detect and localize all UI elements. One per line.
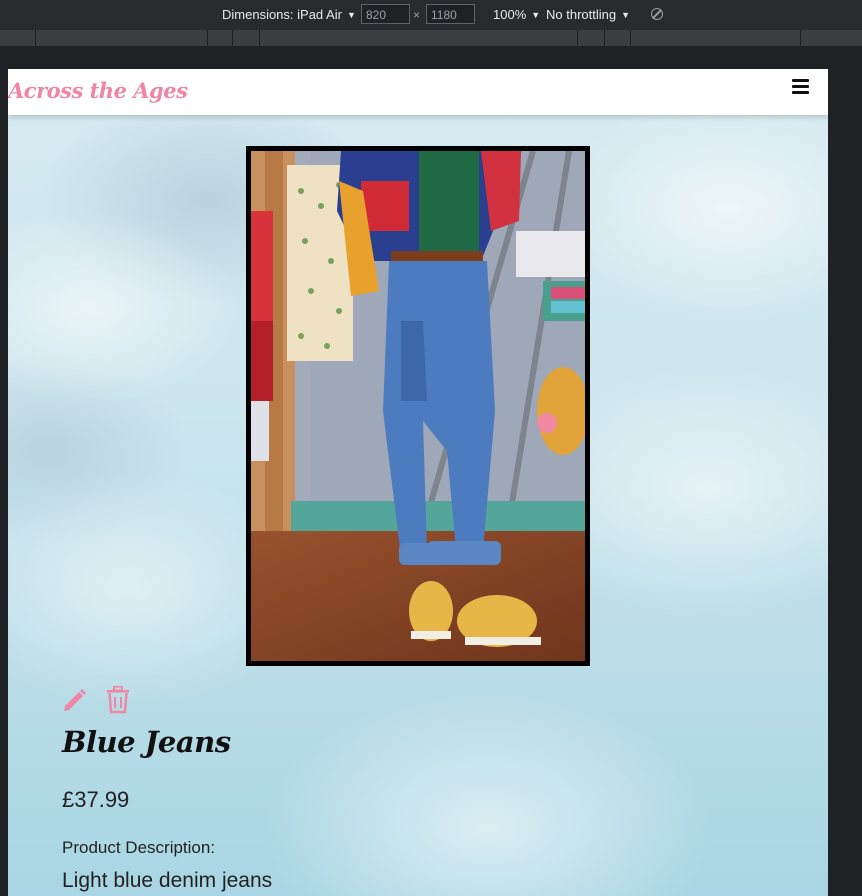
- ruler-segment[interactable]: [800, 30, 801, 46]
- viewport-height-input[interactable]: 1180: [426, 4, 475, 24]
- product-image: [246, 146, 590, 666]
- ruler-segment[interactable]: [35, 30, 36, 46]
- device-dimensions-select[interactable]: Dimensions: iPad Air ▼: [222, 7, 356, 22]
- product-photo: [251, 151, 585, 661]
- dimension-separator: ×: [413, 8, 421, 22]
- ruler-segment[interactable]: [207, 30, 208, 46]
- ruler-segment[interactable]: [630, 30, 631, 46]
- zoom-select[interactable]: 100% ▼: [493, 7, 540, 22]
- dropdown-caret-icon: ▼: [531, 10, 541, 20]
- navbar: Across the Ages: [8, 69, 828, 115]
- product-price: £37.99: [62, 787, 130, 812]
- product-description-label: Product Description:: [62, 838, 216, 857]
- ruler-segment[interactable]: [604, 30, 605, 46]
- ruler-segment[interactable]: [577, 30, 578, 46]
- viewport-width-input[interactable]: 820: [361, 4, 410, 24]
- throttling-label: No throttling: [546, 7, 617, 22]
- rotate-icon[interactable]: [651, 8, 663, 20]
- product-name: Blue Jeans: [62, 725, 231, 759]
- page-viewport: Across the Ages Blue Jeans £37.99 Produc…: [8, 69, 828, 896]
- pencil-icon[interactable]: [62, 687, 88, 713]
- ruler-segment[interactable]: [259, 30, 260, 46]
- product-description: Light blue denim jeans: [62, 869, 273, 892]
- zoom-label: 100%: [493, 7, 527, 22]
- throttling-select[interactable]: No throttling ▼: [546, 7, 630, 22]
- device-toolbar: Dimensions: iPad Air ▼ 820 × 1180 100% ▼ N…: [0, 0, 862, 30]
- media-query-ruler[interactable]: [0, 30, 862, 46]
- device-dimensions-label: Dimensions: iPad Air: [222, 7, 342, 22]
- dropdown-caret-icon: ▼: [346, 10, 356, 20]
- dropdown-caret-icon: ▼: [621, 10, 631, 20]
- hamburger-menu-icon[interactable]: [792, 79, 809, 95]
- outfit-illustration: [251, 151, 585, 661]
- ruler-segment[interactable]: [232, 30, 233, 46]
- trash-icon[interactable]: [106, 686, 130, 714]
- brand-logo[interactable]: Across the Ages: [8, 78, 188, 103]
